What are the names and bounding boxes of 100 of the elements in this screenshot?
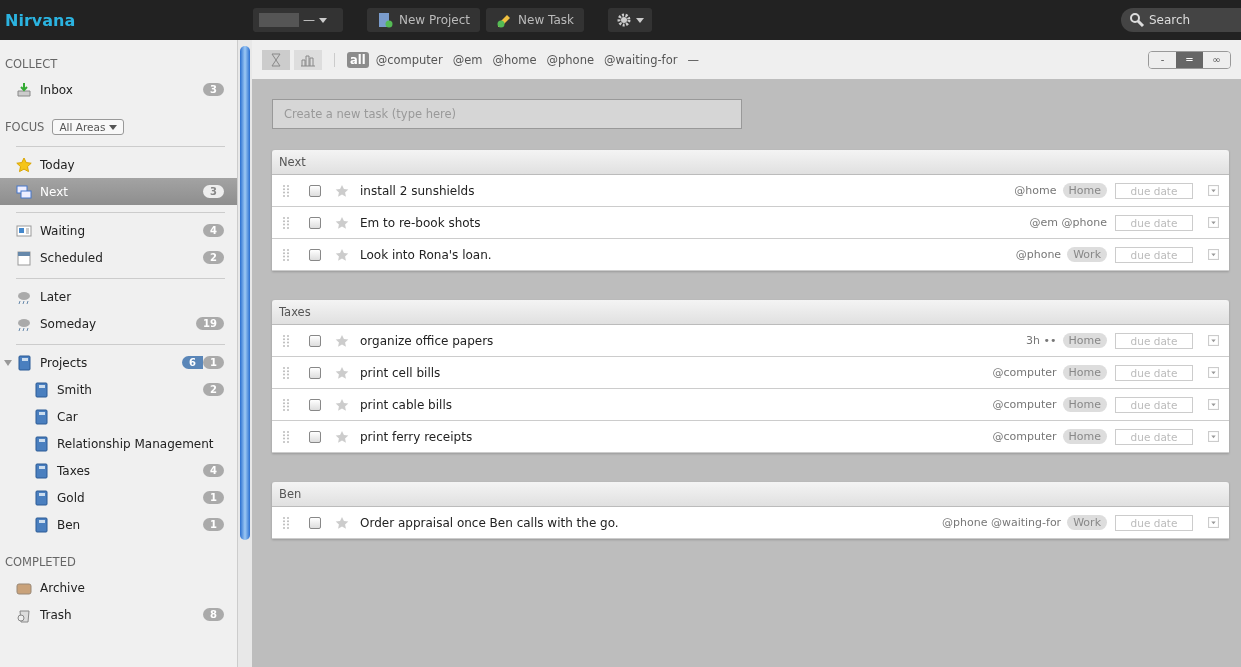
sidebar-item[interactable]: Relationship Management	[0, 430, 237, 457]
star-icon[interactable]	[335, 365, 349, 380]
task-title[interactable]: print cell bills	[360, 365, 993, 380]
task-row[interactable]: print cable bills @computer Home due date	[272, 389, 1229, 421]
task-checkbox[interactable]	[309, 398, 321, 411]
task-checkbox[interactable]	[309, 366, 321, 379]
drag-handle-icon[interactable]	[283, 216, 289, 229]
star-icon[interactable]	[335, 429, 349, 444]
context-filter-tab[interactable]: @phone	[543, 51, 597, 68]
star-icon[interactable]	[335, 215, 349, 230]
task-title[interactable]: Em to re-book shots	[360, 215, 1030, 230]
view-density-button[interactable]: =	[1176, 51, 1203, 68]
sidebar-item[interactable]: Waiting 4	[0, 217, 237, 244]
disclosure-triangle-icon[interactable]	[4, 358, 12, 367]
task-title[interactable]: Order appraisal once Ben calls with the go.	[360, 515, 942, 530]
task-row[interactable]: install 2 sunshields @home Home due date	[272, 175, 1229, 207]
star-icon[interactable]	[335, 183, 349, 198]
context-filter-tab[interactable]: @computer	[372, 51, 446, 68]
sidebar-item[interactable]: Archive	[0, 574, 237, 601]
due-date-field[interactable]: due date	[1115, 514, 1193, 531]
due-date-field[interactable]: due date	[1115, 396, 1193, 413]
area-filter-dropdown[interactable]: All Areas	[52, 119, 125, 135]
sidebar-item[interactable]: Later	[0, 283, 237, 310]
sidebar-item[interactable]: Someday 19	[0, 310, 237, 337]
task-title[interactable]: print cable bills	[360, 397, 993, 412]
drag-handle-icon[interactable]	[283, 184, 289, 197]
task-checkbox[interactable]	[309, 430, 321, 443]
context-filter-tab[interactable]: @waiting-for	[601, 51, 681, 68]
drag-handle-icon[interactable]	[283, 516, 289, 529]
task-checkbox[interactable]	[309, 334, 321, 347]
app-logo[interactable]: Nirvana	[5, 10, 253, 30]
book-icon	[33, 462, 49, 479]
due-date-field[interactable]: due date	[1115, 246, 1193, 263]
count-badge: 8	[203, 608, 224, 621]
sidebar-item[interactable]: Ben 1	[0, 511, 237, 538]
book-icon	[33, 408, 49, 425]
sidebar-label: Relationship Management	[57, 436, 215, 451]
task-row[interactable]: Order appraisal once Ben calls with the go. @phone @waiting-for Work due date	[272, 507, 1229, 539]
task-row[interactable]: print ferry receipts @computer Home due date	[272, 421, 1229, 453]
count-badge: 1	[203, 491, 224, 504]
due-date-field[interactable]: due date	[1115, 214, 1193, 231]
hourglass-view-button[interactable]	[262, 49, 290, 70]
due-date-field[interactable]: due date	[1115, 364, 1193, 381]
due-date-field[interactable]: due date	[1115, 428, 1193, 445]
drag-handle-icon[interactable]	[283, 398, 289, 411]
drag-handle-icon[interactable]	[283, 430, 289, 443]
blurred-name	[259, 13, 299, 27]
due-date-field[interactable]: due date	[1115, 332, 1193, 349]
new-task-button[interactable]: New Task	[486, 8, 584, 32]
star-icon[interactable]	[335, 247, 349, 262]
star-icon[interactable]	[335, 333, 349, 348]
sidebar-item[interactable]: Trash 8	[0, 601, 237, 628]
context-filter-tab[interactable]: @em	[449, 51, 486, 68]
task-row[interactable]: print cell bills @computer Home due date	[272, 357, 1229, 389]
sidebar-item[interactable]: Car	[0, 403, 237, 430]
task-title[interactable]: Look into Rona's loan.	[360, 247, 1016, 262]
account-menu[interactable]: —	[253, 8, 343, 32]
sidebar-label: Inbox	[40, 82, 74, 97]
task-title[interactable]: organize office papers	[360, 333, 1027, 348]
task-row[interactable]: Look into Rona's loan. @phone Work due date	[272, 239, 1229, 271]
drag-handle-icon[interactable]	[283, 366, 289, 379]
sidebar-item[interactable]: Today	[0, 151, 237, 178]
star-icon[interactable]	[335, 515, 349, 530]
sidebar-item[interactable]: Smith 2	[0, 376, 237, 403]
task-title[interactable]: print ferry receipts	[360, 429, 993, 444]
sidebar-label: Scheduled	[40, 250, 104, 265]
chart-view-button[interactable]	[294, 49, 322, 70]
task-row[interactable]: organize office papers 3h •• Home due date	[272, 325, 1229, 357]
drag-handle-icon[interactable]	[283, 248, 289, 261]
sidebar-label: Today	[40, 157, 76, 172]
task-checkbox[interactable]	[309, 184, 321, 197]
task-contexts: 3h ••	[1026, 334, 1057, 347]
sidebar-item[interactable]: Taxes 4	[0, 457, 237, 484]
task-checkbox[interactable]	[309, 216, 321, 229]
sidebar-item[interactable]: Scheduled 2	[0, 244, 237, 271]
context-filter-tab[interactable]: —	[684, 51, 702, 68]
scrollbar[interactable]	[237, 40, 252, 667]
search-field[interactable]: Search	[1121, 8, 1241, 32]
task-row[interactable]: Em to re-book shots @em @phone due date	[272, 207, 1229, 239]
count-badge: 3	[203, 83, 224, 96]
sidebar-label: Next	[40, 184, 69, 199]
star-icon[interactable]	[335, 397, 349, 412]
section-heading: COMPLETED	[5, 555, 76, 569]
task-checkbox[interactable]	[309, 248, 321, 261]
count-badge: 2	[203, 383, 224, 396]
due-date-field[interactable]: due date	[1115, 182, 1193, 199]
sidebar-item[interactable]: Gold 1	[0, 484, 237, 511]
task-title[interactable]: install 2 sunshields	[360, 183, 1015, 198]
settings-button[interactable]	[607, 8, 652, 32]
task-checkbox[interactable]	[309, 516, 321, 529]
sidebar-item[interactable]: Projects 6 1	[0, 349, 237, 376]
drag-handle-icon[interactable]	[283, 334, 289, 347]
id-card-icon	[16, 222, 32, 239]
context-filter-tab[interactable]: @home	[489, 51, 540, 68]
caret-icon	[635, 17, 644, 23]
sidebar-item[interactable]: Inbox 3	[0, 76, 237, 103]
area-tag: Work	[1067, 515, 1107, 530]
new-task-field[interactable]: Create a new task (type here)	[272, 99, 742, 129]
new-project-button[interactable]: New Project	[367, 8, 481, 32]
section-heading: COLLECT	[5, 57, 58, 71]
